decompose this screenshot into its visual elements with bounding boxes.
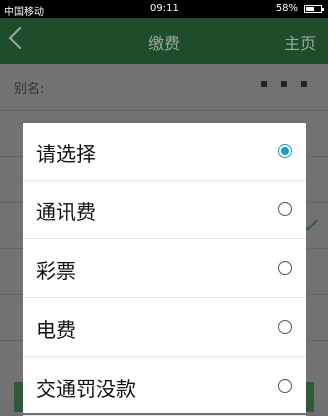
battery-icon (304, 5, 324, 13)
select-dialog: 请选择 通讯费 彩票 电费 交通罚没款 (23, 123, 306, 416)
option-label: 彩票 (36, 259, 76, 283)
dialog-option[interactable]: 交通罚没款 (23, 358, 306, 416)
option-label: 电费 (36, 318, 76, 342)
page-title: 缴费 (147, 34, 180, 53)
battery-percent: 58% (275, 3, 298, 14)
top-navbar: 缴费 主页 (0, 18, 328, 64)
option-label: 请选择 (36, 142, 96, 166)
dialog-option[interactable]: 通讯费 (23, 181, 306, 239)
name-label: 别名: (14, 82, 45, 97)
name-row: 别名: ▪ ▪ ▪ (0, 64, 328, 111)
home-button[interactable]: 主页 (284, 30, 316, 54)
clock: 09:11 (150, 3, 179, 14)
radio-button[interactable] (278, 144, 292, 158)
dialog-option[interactable]: 彩票 (23, 240, 306, 298)
name-value: ▪ ▪ ▪ (259, 76, 312, 90)
dialog-option[interactable]: 请选择 (23, 123, 306, 181)
dialog-option[interactable]: 电费 (23, 299, 306, 357)
radio-button[interactable] (278, 261, 292, 275)
radio-button[interactable] (278, 202, 292, 216)
option-label: 通讯费 (36, 200, 96, 224)
radio-button[interactable] (278, 379, 292, 393)
carrier-label: 中国移动 (4, 7, 44, 18)
status-bar: 中国移动 09:11 58% (0, 0, 328, 18)
radio-button[interactable] (278, 320, 292, 334)
option-label: 交通罚没款 (36, 377, 136, 401)
